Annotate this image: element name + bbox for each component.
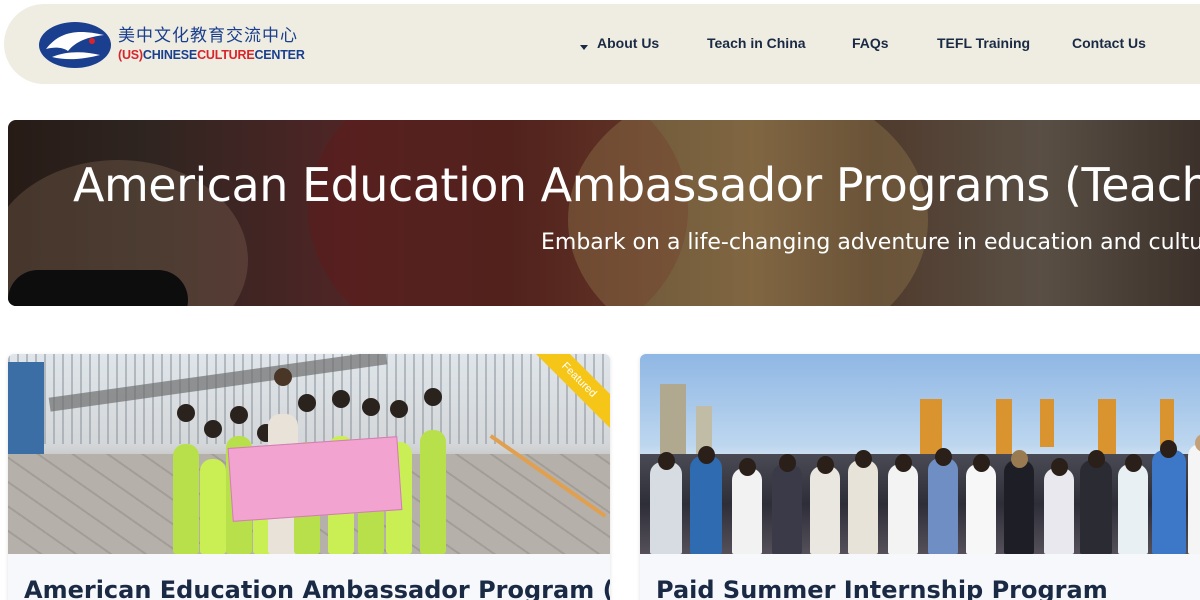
program-card-image[interactable] xyxy=(640,354,1200,554)
chevron-down-icon[interactable] xyxy=(580,45,588,50)
nav-tefl-training[interactable]: TEFL Training xyxy=(937,35,1030,51)
program-card[interactable]: Paid Summer Internship Program xyxy=(640,354,1200,600)
group-banner xyxy=(227,436,403,522)
program-card-title[interactable]: Paid Summer Internship Program xyxy=(656,576,1108,600)
logo-chinese-text: 美中文化教育交流中心 xyxy=(118,26,298,47)
site-logo[interactable]: 美中文化教育交流中心 (US)CHINESECULTURECENTER xyxy=(38,21,305,69)
nav-teach-in-china[interactable]: Teach in China xyxy=(707,35,806,51)
hero-title: American Education Ambassador Programs (… xyxy=(73,158,1200,212)
hero-subtitle: Embark on a life-changing adventure in e… xyxy=(541,230,1200,255)
hero-banner: American Education Ambassador Programs (… xyxy=(8,120,1200,306)
nav-contact-us[interactable]: Contact Us xyxy=(1072,35,1146,51)
nav-about-us[interactable]: About Us xyxy=(597,35,659,51)
site-header: 美中文化教育交流中心 (US)CHINESECULTURECENTER Abou… xyxy=(4,4,1200,84)
program-card[interactable]: Featured American Education Ambassador P… xyxy=(8,354,610,600)
program-card-image[interactable]: Featured xyxy=(8,354,610,554)
program-card-title[interactable]: American Education Ambassador Program (T… xyxy=(24,576,610,600)
logo-emblem-icon xyxy=(39,22,111,68)
nav-faqs[interactable]: FAQs xyxy=(852,35,889,51)
logo-english-text: (US)CHINESECULTURECENTER xyxy=(118,48,305,63)
